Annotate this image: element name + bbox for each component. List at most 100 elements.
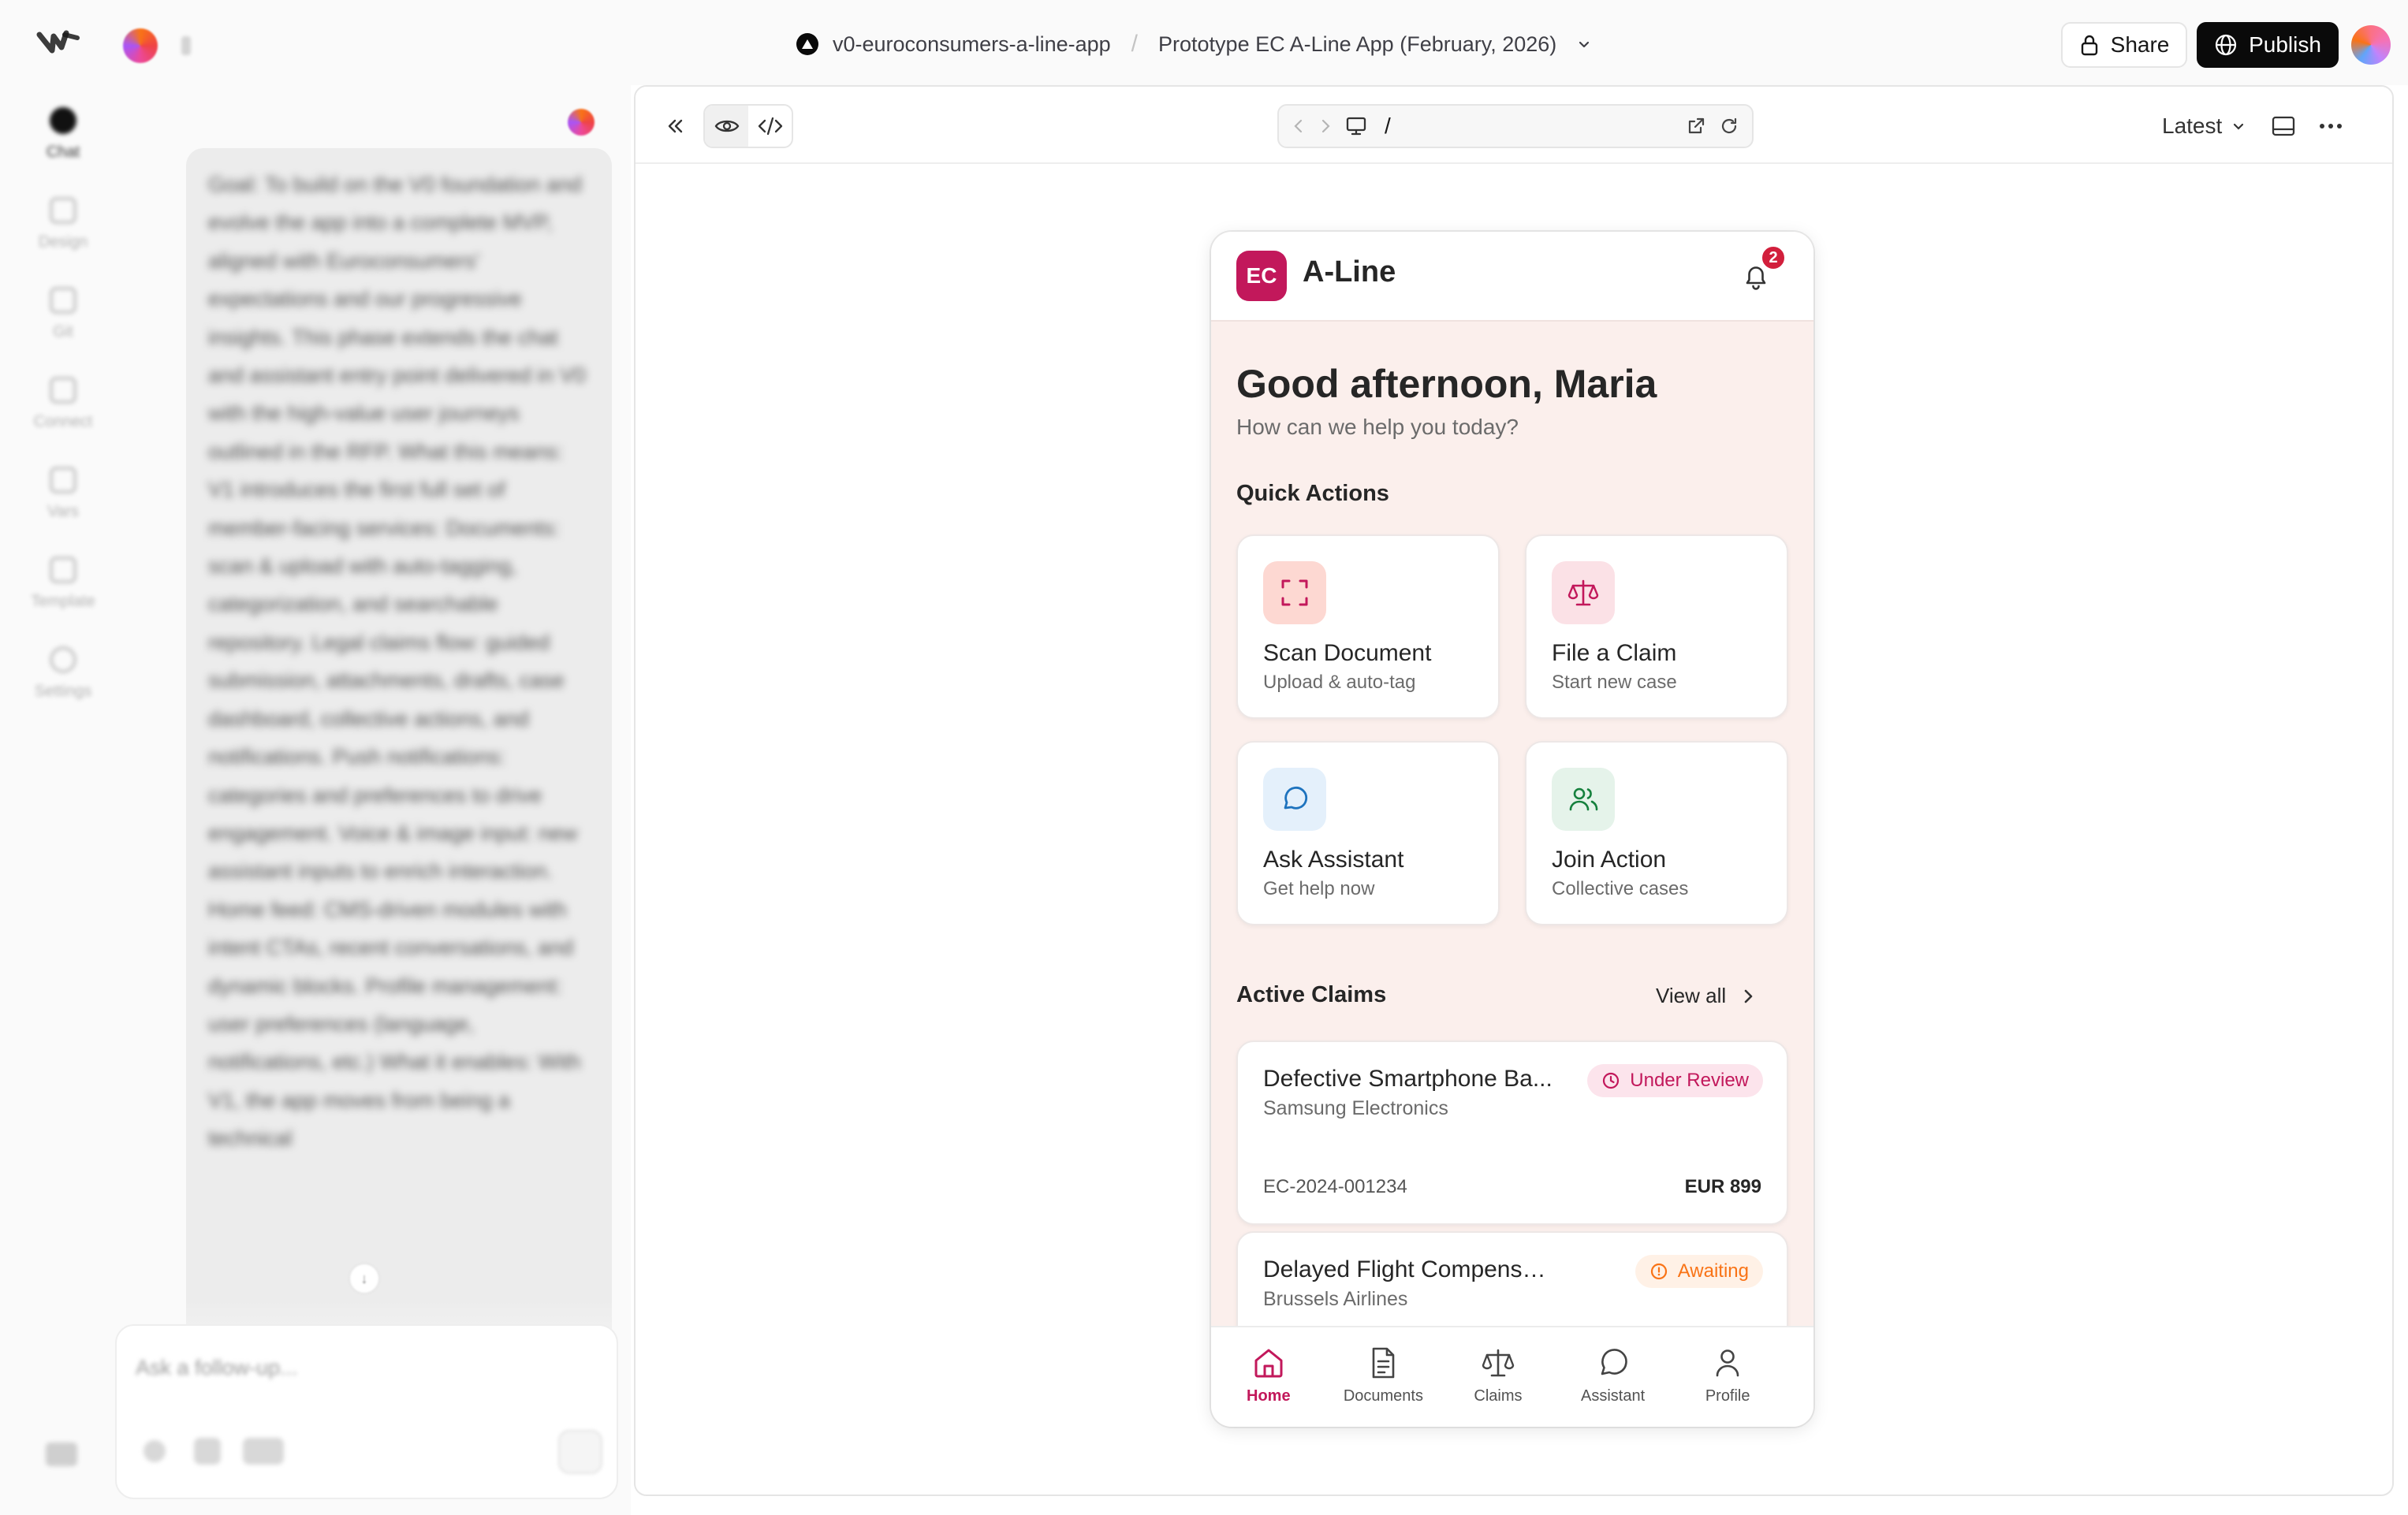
- tab-home[interactable]: Home: [1211, 1327, 1326, 1427]
- greeting-title: Good afternoon, Maria: [1236, 362, 1657, 406]
- quick-action-subtitle: Get help now: [1263, 878, 1375, 899]
- forward-icon[interactable]: [1318, 117, 1333, 135]
- user-avatar[interactable]: [2351, 25, 2391, 65]
- quick-action-ask-assistant[interactable]: Ask Assistant Get help now: [1236, 741, 1500, 925]
- publish-button[interactable]: Publish: [2197, 22, 2339, 68]
- quick-action-join-action[interactable]: Join Action Collective cases: [1525, 741, 1788, 925]
- rail-label: Vars: [47, 503, 79, 520]
- tab-label: Home: [1247, 1387, 1291, 1405]
- rail-item-template[interactable]: Template: [24, 556, 103, 611]
- chat-message-text: Goal: To build on the V0 foundation and …: [208, 173, 586, 1151]
- rail-label: Connect: [33, 413, 93, 430]
- claim-company: Samsung Electronics: [1263, 1097, 1448, 1119]
- claim-company: Brussels Airlines: [1263, 1288, 1408, 1310]
- publish-label: Publish: [2249, 32, 2321, 57]
- panel-bottom-icon: [2272, 116, 2295, 136]
- team-avatar[interactable]: [123, 28, 158, 63]
- bottom-tab-bar: Home Documents Claims Assistant Profile: [1211, 1326, 1813, 1427]
- quick-action-scan-document[interactable]: Scan Document Upload & auto-tag: [1236, 534, 1500, 719]
- chat-bubble-icon: [1263, 768, 1326, 831]
- notification-badge: 2: [1760, 244, 1787, 271]
- refresh-icon[interactable]: [1719, 116, 1739, 136]
- arrow-down-icon: ↓: [360, 1270, 368, 1286]
- chat-panel: Goal: To build on the V0 foundation and …: [126, 85, 631, 1515]
- rail-item-connect[interactable]: Connect: [24, 377, 103, 431]
- left-rail: Chat Design Git Connect Vars Template Se…: [0, 85, 126, 1515]
- breadcrumb: v0-euroconsumers-a-line-app / Prototype …: [796, 27, 1591, 61]
- user-icon: [1709, 1345, 1746, 1381]
- chevron-down-icon[interactable]: [1577, 37, 1591, 51]
- v0-logo-icon[interactable]: [35, 27, 82, 58]
- url-bar: /: [1277, 104, 1754, 148]
- eye-icon: [714, 120, 739, 132]
- quick-action-file-claim[interactable]: File a Claim Start new case: [1525, 534, 1788, 719]
- home-icon: [1251, 1345, 1287, 1381]
- vars-icon: [50, 467, 76, 493]
- rail-item-vars[interactable]: Vars: [24, 467, 103, 521]
- clock-icon: [1603, 1072, 1620, 1089]
- app-name: A-Line: [1303, 255, 1396, 288]
- chevron-down-icon: [2234, 123, 2244, 130]
- rail-item-chat[interactable]: Chat: [24, 107, 103, 162]
- preview-view-button[interactable]: [705, 106, 748, 147]
- plus-icon[interactable]: [144, 1440, 166, 1462]
- code-view-button[interactable]: [748, 106, 792, 147]
- quick-action-title: Join Action: [1552, 847, 1667, 873]
- back-icon[interactable]: [1292, 117, 1306, 135]
- connect-icon: [50, 377, 76, 404]
- monitor-icon[interactable]: [1345, 116, 1367, 136]
- app-header: EC A-Line 2: [1211, 232, 1813, 322]
- scale-icon: [1480, 1345, 1516, 1381]
- quick-action-subtitle: Start new case: [1552, 672, 1677, 693]
- attach-icon[interactable]: [194, 1438, 221, 1465]
- rail-item-git[interactable]: Git: [24, 287, 103, 341]
- code-icon: [758, 117, 782, 136]
- vercel-triangle-icon: [796, 33, 818, 55]
- tab-assistant[interactable]: Assistant: [1556, 1327, 1671, 1427]
- top-bar: v0-euroconsumers-a-line-app / Prototype …: [0, 0, 2408, 85]
- claim-id: EC-2024-001234: [1263, 1176, 1407, 1197]
- claim-title: Delayed Flight Compensation: [1263, 1256, 1555, 1282]
- document-icon: [1365, 1345, 1401, 1381]
- tab-label: Claims: [1474, 1387, 1523, 1405]
- collapse-chat-button[interactable]: [659, 110, 691, 142]
- chat-composer: [115, 1324, 618, 1499]
- rail-label: Chat: [46, 143, 80, 161]
- claim-card[interactable]: Defective Smartphone Ba... Samsung Elect…: [1236, 1040, 1788, 1225]
- send-button[interactable]: [558, 1430, 602, 1474]
- model-select-icon[interactable]: [243, 1438, 284, 1465]
- project-name[interactable]: v0-euroconsumers-a-line-app: [833, 32, 1111, 57]
- version-name[interactable]: Prototype EC A-Line App (February, 2026): [1158, 32, 1556, 57]
- chat-icon: [50, 107, 76, 134]
- follow-up-input[interactable]: [136, 1348, 593, 1387]
- preview-panel: / Latest EC A-Line 2 Good afternoon, Mar…: [634, 85, 2394, 1496]
- tab-label: Assistant: [1581, 1387, 1646, 1405]
- scale-icon: [1552, 561, 1615, 624]
- sidebar-toggle-icon[interactable]: [46, 1442, 77, 1466]
- view-all-link[interactable]: View all: [1656, 984, 1756, 1008]
- more-options-button[interactable]: [2315, 110, 2346, 142]
- version-select[interactable]: Latest: [2162, 107, 2246, 145]
- rail-item-design[interactable]: Design: [24, 197, 103, 251]
- rail-item-settings[interactable]: Settings: [24, 646, 103, 701]
- tab-profile[interactable]: Profile: [1670, 1327, 1785, 1427]
- globe-icon: [2215, 34, 2237, 56]
- view-toggle: [703, 104, 793, 148]
- tab-claims[interactable]: Claims: [1441, 1327, 1556, 1427]
- open-external-icon[interactable]: [1686, 116, 1706, 136]
- chat-message: Goal: To build on the V0 foundation and …: [186, 148, 612, 1378]
- greeting-subtitle: How can we help you today?: [1236, 415, 1519, 439]
- quick-action-subtitle: Upload & auto-tag: [1263, 672, 1416, 693]
- status-label: Under Review: [1630, 1070, 1749, 1091]
- quick-action-title: Ask Assistant: [1263, 847, 1404, 873]
- team-switcher-icon[interactable]: [181, 36, 191, 55]
- design-icon: [50, 197, 76, 224]
- scan-icon: [1263, 561, 1326, 624]
- share-button[interactable]: Share: [2061, 22, 2187, 68]
- layout-panel-button[interactable]: [2268, 110, 2299, 142]
- rail-label: Design: [38, 233, 88, 251]
- scroll-down-button[interactable]: ↓: [349, 1263, 380, 1294]
- tab-documents[interactable]: Documents: [1326, 1327, 1441, 1427]
- url-path[interactable]: /: [1385, 114, 1673, 139]
- tab-label: Documents: [1343, 1387, 1423, 1405]
